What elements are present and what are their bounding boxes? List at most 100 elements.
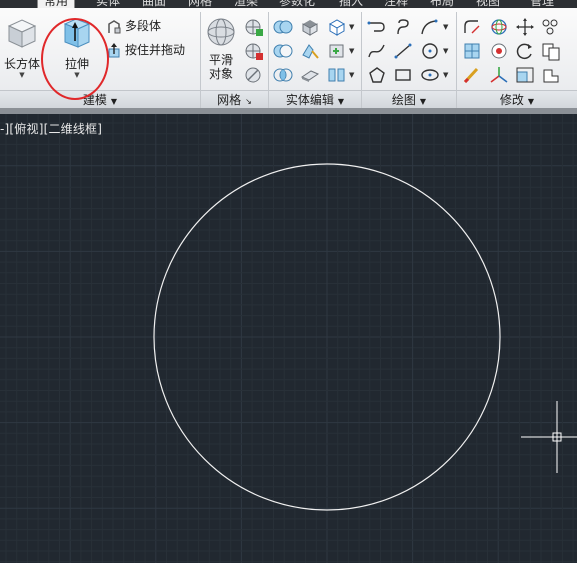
modeling-panel-title[interactable]: 建模 ▼: [0, 90, 200, 108]
arc-icon: [421, 19, 438, 35]
polygon-button[interactable]: [366, 65, 388, 85]
spline-button[interactable]: [366, 41, 388, 61]
mesh-sphere-add-button[interactable]: [243, 17, 265, 37]
circle-icon: [422, 43, 438, 59]
rotate-icon: [516, 43, 532, 60]
copy-button[interactable]: [540, 41, 562, 61]
chevron-down-icon: ▼: [337, 97, 345, 106]
ellipse-button[interactable]: [419, 65, 441, 85]
tab-layout[interactable]: 布局: [430, 0, 454, 8]
helix-icon: [397, 19, 409, 35]
arc-button[interactable]: [419, 17, 441, 37]
tab-home[interactable]: 常用: [37, 0, 76, 8]
tab-parametric[interactable]: 参数化: [279, 0, 315, 8]
tab-view[interactable]: 视图: [476, 0, 500, 8]
chevron-down-icon[interactable]: ▼: [443, 23, 448, 31]
mesh-sphere-remove-button[interactable]: [243, 41, 265, 61]
tab-annotate[interactable]: 注释: [384, 0, 408, 8]
chevron-down-icon[interactable]: ▼: [349, 23, 354, 31]
tab-surface[interactable]: 曲面: [142, 0, 166, 8]
line-icon: [394, 43, 412, 59]
solid-shell-button[interactable]: [326, 65, 348, 85]
tab-mesh[interactable]: 网格: [188, 0, 212, 8]
slice-button[interactable]: [299, 41, 321, 61]
draw-panel-title[interactable]: 绘图 ▼: [362, 90, 456, 108]
chevron-down-icon[interactable]: ▼: [443, 71, 448, 79]
align-sphere-icon: [491, 43, 507, 59]
solid-extrude-faces-button[interactable]: [326, 17, 348, 37]
mesh-panel-title[interactable]: 网格 ↘: [201, 90, 268, 108]
pentagon-icon: [369, 67, 385, 83]
slice-icon: [302, 44, 319, 59]
3d-rotate-button[interactable]: [488, 17, 510, 37]
presspull-button[interactable]: 按住并拖动: [106, 41, 185, 59]
box-button[interactable]: 长方体 ▼: [2, 16, 42, 79]
helix-button[interactable]: [392, 17, 414, 37]
rectangle-button[interactable]: [392, 65, 414, 85]
smooth-label-2: 对象: [208, 67, 233, 81]
circle-button[interactable]: [419, 41, 441, 61]
solid-edit-panel-title[interactable]: 实体编辑 ▼: [269, 90, 361, 108]
stretch-icon: [543, 69, 559, 83]
polyline-icon: [367, 21, 385, 32]
drawing-viewport[interactable]: -][俯视][二维线框]: [0, 114, 577, 563]
array-button[interactable]: [540, 17, 562, 37]
solid-edit-extract-button[interactable]: [299, 17, 321, 37]
rectangle-icon: [395, 69, 411, 81]
solid-plus-icon: [329, 44, 344, 58]
grid-array-icon: [464, 43, 480, 59]
smooth-object-button[interactable]: 平滑 对象: [203, 16, 239, 81]
chevron-down-icon[interactable]: ▼: [349, 71, 354, 79]
fillet-icon: [464, 20, 480, 34]
modify-panel-title[interactable]: 修改 ▼: [457, 90, 577, 108]
tab-render[interactable]: 渲染: [234, 0, 258, 8]
paintbrush-icon: [463, 67, 479, 84]
union-button[interactable]: [272, 17, 294, 37]
chevron-down-icon: ▼: [110, 97, 118, 106]
intersect-icon: [273, 68, 293, 82]
chevron-down-icon: ▼: [419, 97, 427, 106]
grid: [0, 114, 577, 563]
move-arrows-icon: [516, 18, 534, 36]
subtract-button[interactable]: [272, 41, 294, 61]
expand-corner-icon: ↘: [245, 97, 252, 106]
scale-icon: [516, 67, 534, 83]
chevron-down-icon[interactable]: ▼: [349, 47, 354, 55]
stretch-button[interactable]: [540, 65, 562, 85]
fillet-button[interactable]: [461, 17, 483, 37]
gizmo-rotate-icon: [491, 19, 507, 35]
mesh-crease-button[interactable]: [243, 65, 265, 85]
polysolid-button[interactable]: 多段体: [106, 17, 161, 35]
chevron-down-icon: ▼: [19, 71, 25, 79]
presspull-label: 按住并拖动: [125, 43, 186, 57]
drawing-canvas[interactable]: [0, 114, 577, 563]
smooth-sphere-icon: [207, 18, 235, 46]
array-icon: [542, 19, 558, 35]
3d-mirror-button[interactable]: [488, 65, 510, 85]
ribbon: 长方体 ▼ 拉伸 ▼ 多段体 按住并拖动 建模 ▼ 平滑 对象 网格 ↘ ▼ ▼…: [0, 8, 577, 108]
move-button[interactable]: [514, 17, 536, 37]
polyline-button[interactable]: [366, 17, 388, 37]
chevron-down-icon[interactable]: ▼: [443, 47, 448, 55]
tab-insert[interactable]: 插入: [339, 0, 363, 8]
blue-cube-icon: [328, 19, 346, 36]
intersect-button[interactable]: [272, 65, 294, 85]
viewport-controls-label[interactable]: -][俯视][二维线框]: [0, 120, 102, 137]
polysolid-icon: [108, 19, 121, 33]
smooth-label-1: 平滑: [208, 53, 233, 67]
shell-icon: [328, 68, 345, 82]
subtract-icon: [273, 44, 293, 58]
annotation-circle: [41, 18, 109, 100]
3d-align-button[interactable]: [488, 41, 510, 61]
solid-separate-button[interactable]: [326, 41, 348, 61]
rotate-button[interactable]: [514, 41, 536, 61]
line-button[interactable]: [392, 41, 414, 61]
3d-array-button[interactable]: [461, 41, 483, 61]
match-properties-button[interactable]: [461, 65, 483, 85]
tab-solid[interactable]: 实体: [96, 0, 120, 8]
scale-button[interactable]: [514, 65, 536, 85]
box-icon: [7, 19, 37, 48]
union-icon: [273, 20, 293, 34]
thicken-button[interactable]: [299, 65, 321, 85]
tab-manage[interactable]: 管理: [530, 0, 554, 8]
